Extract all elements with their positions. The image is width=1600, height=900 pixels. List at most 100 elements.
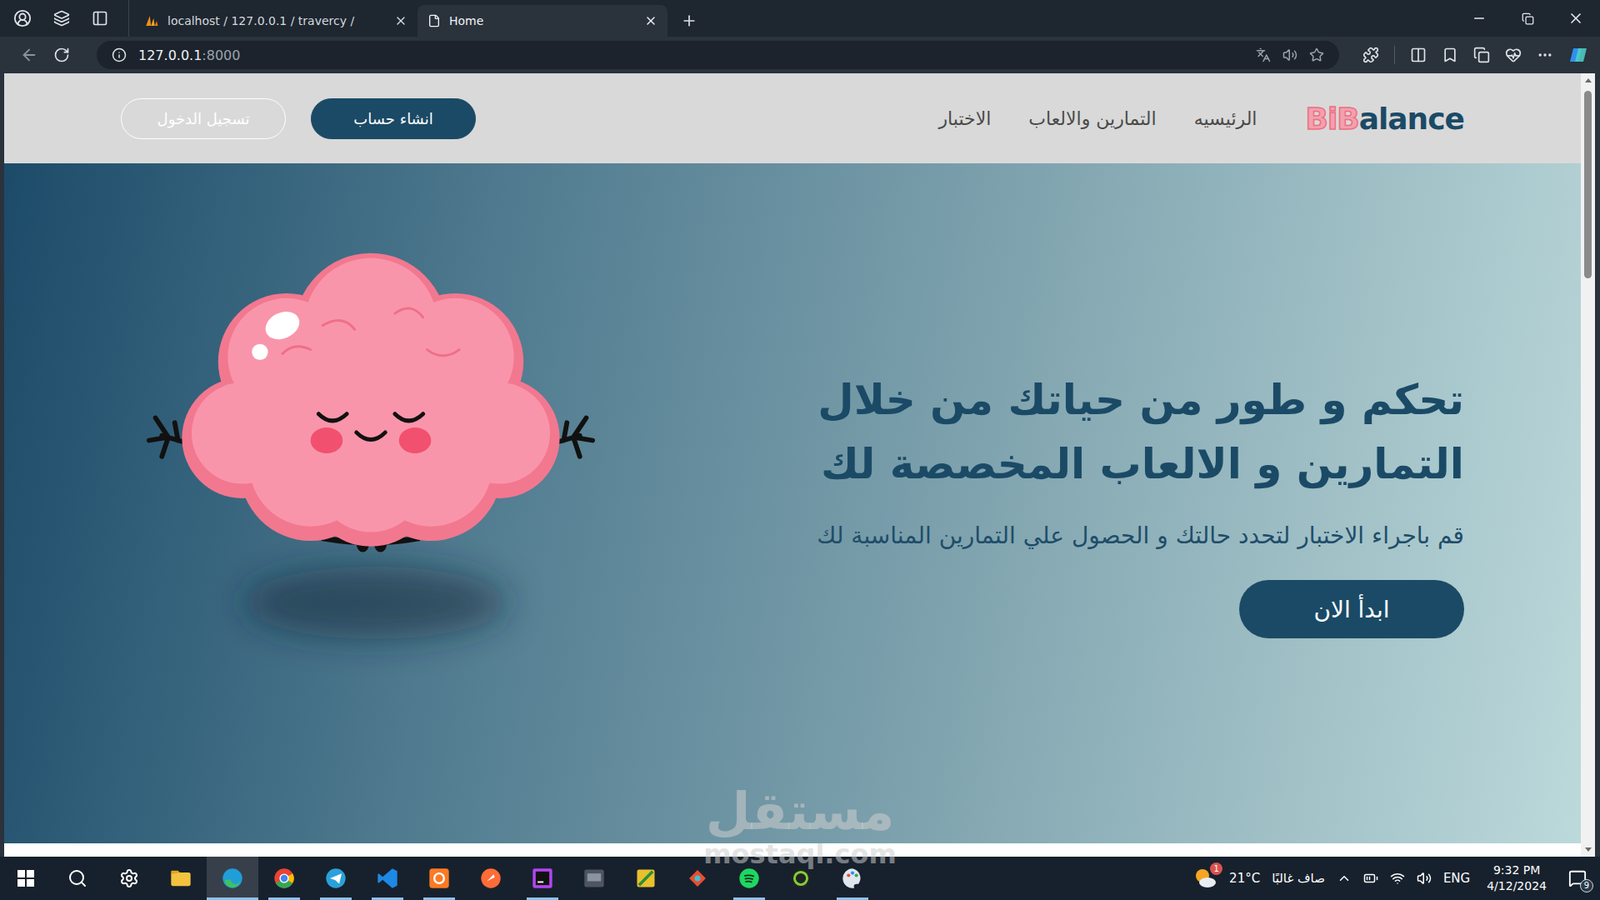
favorite-star-icon[interactable] xyxy=(1309,47,1325,63)
site-navbar: BiBalance الرئيسيه التمارين والالعاب الاختب… xyxy=(4,73,1581,164)
site-logo[interactable]: BiBalance xyxy=(1305,101,1465,136)
taskbar-app[interactable] xyxy=(723,856,775,900)
nav-link[interactable]: التمارين والالعاب xyxy=(1028,108,1156,130)
scroll-down-icon[interactable] xyxy=(1585,847,1592,852)
nav-link[interactable]: الرئيسيه xyxy=(1194,108,1258,130)
watermark-domain: mostaql.com xyxy=(703,840,897,870)
hero-subtitle: قم باجراء الاختبار لتحدد حالتك و الحصول … xyxy=(816,519,1465,552)
input-language[interactable]: ENG xyxy=(1443,870,1470,886)
browser-essentials-icon[interactable] xyxy=(1505,46,1522,64)
restore-button[interactable] xyxy=(1503,0,1552,37)
weather-widget[interactable]: 1 xyxy=(1192,865,1218,891)
hero-text: تحكم و طور من حياتك من خلال التمارين و ا… xyxy=(697,368,1465,639)
start-button[interactable]: ابدأ الان xyxy=(1239,580,1465,639)
system-tray: 121°Cصاف غالبًاENG9:32 PM4/12/20249 xyxy=(1192,862,1600,895)
collections-icon[interactable] xyxy=(1473,46,1490,64)
phpstorm-icon xyxy=(530,866,555,890)
browser-tab[interactable]: Home xyxy=(417,5,668,37)
taskbar-app[interactable] xyxy=(671,856,724,900)
toolbar: 127.0.0.1:8000 xyxy=(0,36,1600,74)
login-button[interactable]: تسجيل الدخول xyxy=(120,98,286,140)
notification-center[interactable]: 9 xyxy=(1563,864,1592,893)
brain-illustration xyxy=(120,249,621,700)
favorites-icon[interactable] xyxy=(1441,46,1459,64)
volume-icon[interactable] xyxy=(1416,870,1432,886)
gear-icon xyxy=(119,868,140,889)
browser-window: localhost / 127.0.0.1 / travercy / Home12… xyxy=(0,0,1600,857)
new-tab-button[interactable] xyxy=(667,5,711,37)
clock-time: 9:32 PM xyxy=(1493,862,1540,879)
taskbar-app[interactable] xyxy=(413,856,465,900)
spotify-icon xyxy=(737,866,761,890)
obs-icon xyxy=(789,866,813,890)
info-icon[interactable] xyxy=(111,47,127,63)
taskbar-app[interactable] xyxy=(775,856,827,900)
taskbar-app[interactable] xyxy=(258,856,310,900)
minimize-icon xyxy=(1471,10,1487,26)
refresh-icon[interactable] xyxy=(53,46,70,64)
tab-label: localhost / 127.0.0.1 / travercy / xyxy=(167,14,386,28)
vscode-icon xyxy=(375,866,400,890)
page-bottom xyxy=(4,843,1581,857)
page-icon xyxy=(427,14,441,28)
url-port: :8000 xyxy=(201,47,240,64)
close-button[interactable] xyxy=(1551,0,1600,37)
clock-date: 4/12/2024 xyxy=(1486,878,1547,895)
weather-temp: 21°C xyxy=(1229,870,1260,886)
nav-link[interactable]: الاختبار xyxy=(938,108,991,130)
extensions-icon[interactable] xyxy=(1362,46,1380,64)
taskbar-app[interactable] xyxy=(361,856,414,900)
address-bar[interactable]: 127.0.0.1:8000 xyxy=(96,40,1340,70)
profile-icon[interactable] xyxy=(13,9,32,28)
git-icon xyxy=(685,866,710,890)
search-button[interactable] xyxy=(51,856,104,900)
taskbar-app[interactable] xyxy=(155,856,207,900)
close-icon xyxy=(1567,10,1585,27)
desktop: localhost / 127.0.0.1 / travercy /Home12… xyxy=(0,0,1600,900)
tab-actions-icon[interactable] xyxy=(91,10,109,27)
watermark: مستقلmostaql.com xyxy=(703,783,897,870)
web-page: BiBalance الرئيسيه التمارين والالعاب الاختب… xyxy=(4,73,1581,857)
edge-icon xyxy=(220,866,245,890)
signup-button[interactable]: انشاء حساب xyxy=(310,98,476,140)
show-hidden-icon[interactable] xyxy=(1336,870,1352,886)
taskbar-app[interactable] xyxy=(310,856,362,900)
hero-title: تحكم و طور من حياتك من خلال التمارين و ا… xyxy=(697,368,1465,498)
postman-icon xyxy=(479,866,503,890)
close-icon[interactable] xyxy=(644,14,658,28)
taskbar-app[interactable] xyxy=(620,856,672,900)
auth-buttons: انشاء حساب تسجيل الدخول xyxy=(120,98,476,140)
scrollbar[interactable] xyxy=(1580,73,1595,857)
scroll-up-icon[interactable] xyxy=(1585,78,1592,83)
toolbar-divider xyxy=(1394,45,1395,65)
more-icon[interactable] xyxy=(1536,46,1554,64)
taskbar-app[interactable] xyxy=(568,856,620,900)
tab-strip: localhost / 127.0.0.1 / travercy / Home xyxy=(0,0,1600,37)
telegram-icon xyxy=(324,866,348,890)
settings-button[interactable] xyxy=(103,856,155,900)
paint-icon xyxy=(840,866,865,890)
wifi-icon[interactable] xyxy=(1390,870,1405,886)
translate-icon[interactable] xyxy=(1255,47,1271,63)
minimize-button[interactable] xyxy=(1455,0,1504,37)
back-icon[interactable] xyxy=(20,45,39,65)
watermark-name: مستقل xyxy=(705,783,895,840)
scroll-thumb[interactable] xyxy=(1584,90,1592,279)
taskbar-app[interactable] xyxy=(206,856,259,900)
copilot-icon[interactable] xyxy=(1568,45,1589,65)
chrome-icon xyxy=(272,866,296,890)
close-icon[interactable] xyxy=(394,14,408,28)
read-aloud-icon[interactable] xyxy=(1282,47,1298,63)
taskbar-app[interactable] xyxy=(516,856,569,900)
split-screen-icon[interactable] xyxy=(1410,46,1427,64)
start-button[interactable] xyxy=(0,856,52,900)
page-frame: BiBalance الرئيسيه التمارين والالعاب الاختب… xyxy=(0,73,1600,857)
hero-section: تحكم و طور من حياتك من خلال التمارين و ا… xyxy=(4,163,1581,844)
taskbar: 121°Cصاف غالبًاENG9:32 PM4/12/20249 xyxy=(0,856,1600,900)
taskbar-app[interactable] xyxy=(826,856,879,900)
clock[interactable]: 9:32 PM4/12/2024 xyxy=(1481,862,1552,895)
taskbar-app[interactable] xyxy=(465,856,517,900)
browser-tab[interactable]: localhost / 127.0.0.1 / travercy / xyxy=(134,5,418,37)
battery-icon[interactable] xyxy=(1363,870,1379,886)
workspaces-icon[interactable] xyxy=(53,10,70,27)
